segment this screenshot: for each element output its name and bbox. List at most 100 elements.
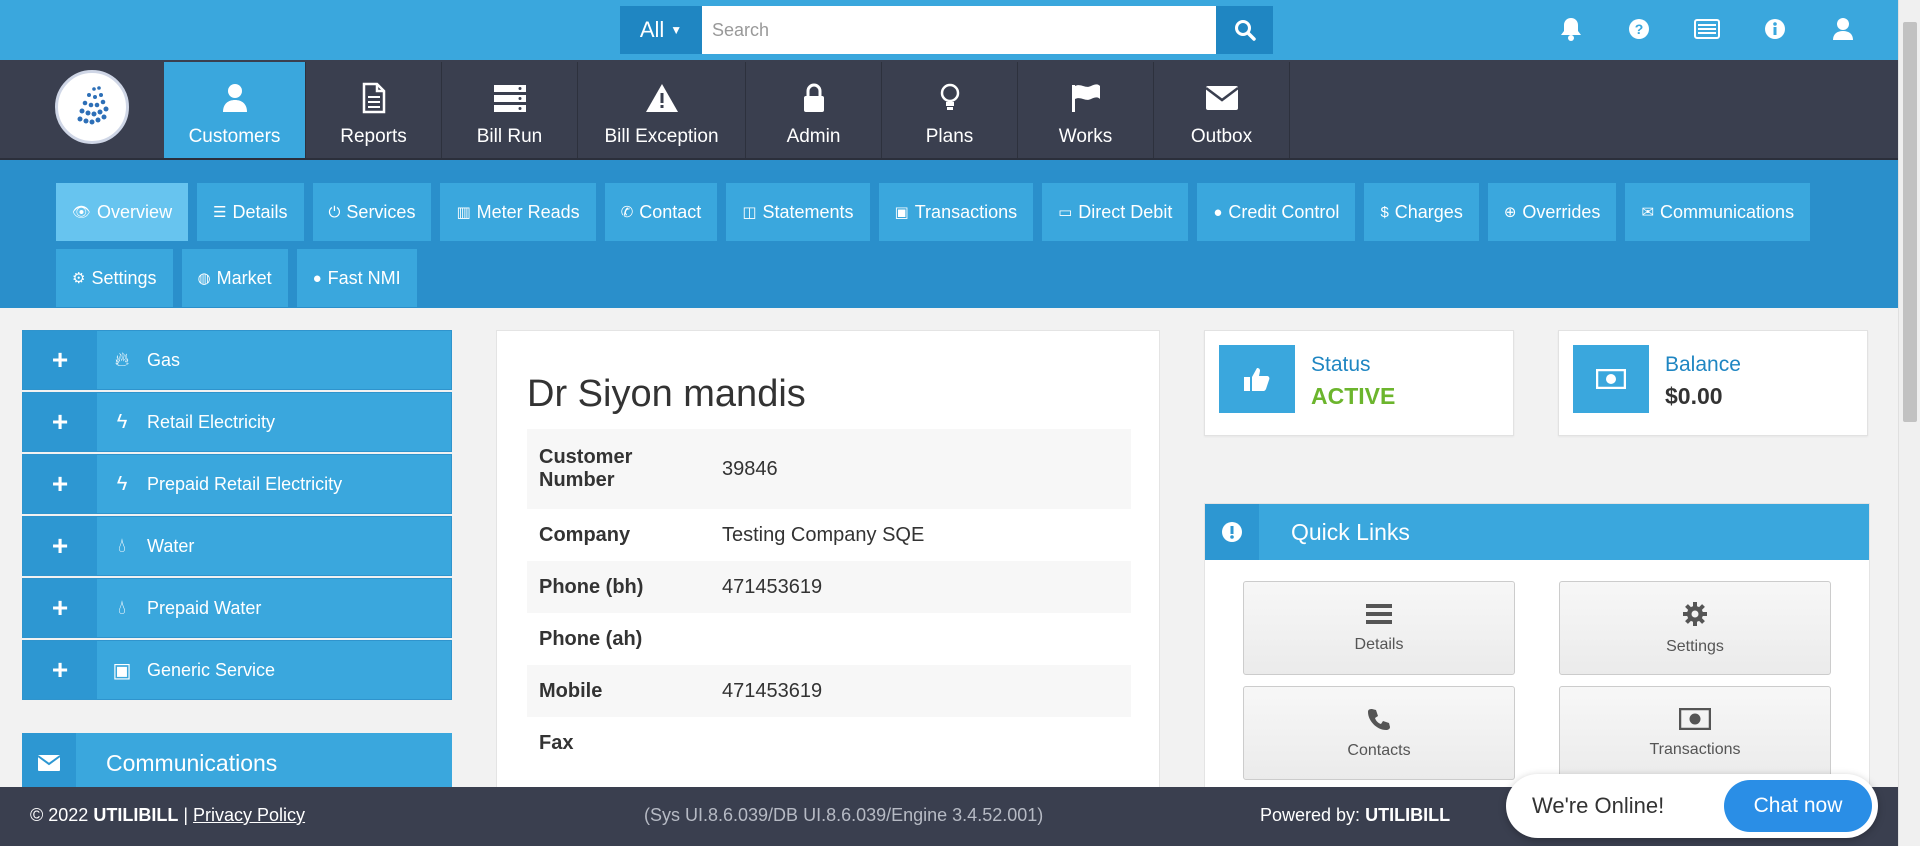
gear-icon: ⚙ [72, 270, 86, 287]
nav-reports[interactable]: Reports [306, 62, 442, 158]
main-nav: Customers Reports Bill Run Bill Exceptio… [0, 60, 1898, 160]
tab-communications[interactable]: ✉ Communications [1625, 183, 1811, 241]
tab-statements[interactable]: ◫ Statements [726, 183, 870, 241]
field-label: Company [539, 523, 631, 546]
quick-link-details[interactable]: Details [1243, 581, 1515, 675]
service-generic[interactable]: + ▣ Generic Service [22, 640, 452, 700]
service-gas[interactable]: + 🔥︎ Gas [22, 330, 452, 390]
tab-settings[interactable]: ⚙ Settings [56, 249, 173, 307]
envelope-icon [1204, 78, 1239, 118]
tab-label: Statements [762, 201, 854, 222]
power-icon: ⏻ [328, 203, 341, 221]
expand-plus-icon[interactable]: + [23, 641, 97, 699]
tab-transactions[interactable]: ▣ Transactions [878, 183, 1034, 241]
warning-icon [645, 78, 679, 118]
money-icon [1678, 707, 1712, 735]
tab-label: Overview [97, 201, 173, 222]
chat-now-button[interactable]: Chat now [1724, 780, 1872, 832]
service-label: Generic Service [147, 659, 276, 680]
tab-charges[interactable]: $ Charges [1364, 183, 1479, 241]
user-icon[interactable] [1830, 14, 1856, 44]
tab-meter-reads[interactable]: ▥ Meter Reads [440, 183, 596, 241]
service-retail-electricity[interactable]: + ϟ Retail Electricity [22, 392, 452, 452]
expand-plus-icon[interactable]: + [23, 393, 97, 451]
expand-plus-icon[interactable]: + [23, 331, 97, 389]
communications-panel[interactable]: Communications [22, 733, 452, 793]
quick-link-transactions[interactable]: Transactions [1559, 686, 1831, 780]
tab-overrides[interactable]: ⊕ Overrides [1487, 183, 1617, 241]
tab-contact[interactable]: ✆ Contact [604, 183, 718, 241]
server-icon [493, 78, 527, 118]
tab-market[interactable]: ◍ Market [181, 249, 288, 307]
nav-customers[interactable]: Customers [164, 62, 306, 158]
nav-plans[interactable]: Plans [882, 62, 1018, 158]
nav-outbox[interactable]: Outbox [1154, 62, 1290, 158]
footer-version: (Sys UI.8.6.039/DB UI.8.6.039/Engine 3.4… [644, 805, 1044, 825]
tab-services[interactable]: ⏻ Services [312, 183, 432, 241]
envelope-icon [22, 733, 76, 793]
field-value: 471453619 [722, 575, 823, 598]
powered-by-text: Powered by: [1260, 805, 1361, 825]
bell-icon[interactable] [1558, 14, 1584, 44]
info-icon[interactable] [1762, 14, 1788, 44]
search-button[interactable] [1216, 6, 1273, 54]
service-label: Retail Electricity [147, 411, 276, 432]
field-label: Mobile [539, 679, 603, 702]
expand-plus-icon[interactable]: + [23, 455, 97, 513]
exclamation-icon [1205, 504, 1259, 560]
help-icon[interactable]: ? [1626, 14, 1652, 44]
service-label: Prepaid Water [147, 597, 262, 618]
nav-admin[interactable]: Admin [746, 62, 882, 158]
utilibill-logo[interactable] [55, 70, 129, 144]
privacy-policy-link[interactable]: Privacy Policy [193, 805, 305, 825]
powered-brand: UTILIBILL [1365, 805, 1451, 825]
credit-card-icon: ▭ [1058, 204, 1073, 221]
tab-label: Meter Reads [476, 201, 580, 222]
service-label: Water [147, 535, 195, 556]
scrollbar-thumb[interactable] [1903, 22, 1917, 422]
nav-label: Bill Run [476, 126, 543, 147]
customer-info-table: Customer Number 39846 Company Testing Comp… [527, 429, 1131, 769]
field-label: Customer Number [539, 446, 633, 491]
quick-link-settings[interactable]: Settings [1559, 581, 1831, 675]
service-prepaid-retail-electricity[interactable]: + ϟ Prepaid Retail Electricity [22, 454, 452, 514]
service-prepaid-water[interactable]: + 💧︎ Prepaid Water [22, 578, 452, 638]
nav-label: Reports [340, 126, 407, 147]
caret-down-icon: ▼ [670, 23, 683, 37]
field-value: Testing Company SQE [722, 523, 925, 546]
search-scope-dropdown[interactable]: All ▼ [620, 6, 702, 54]
tab-fast-nmi[interactable]: ● Fast NMI [296, 249, 417, 307]
thumbs-up-icon [1219, 345, 1295, 413]
quick-link-contacts[interactable]: Contacts [1243, 686, 1515, 780]
tab-direct-debit[interactable]: ▭ Direct Debit [1042, 183, 1189, 241]
tab-details[interactable]: ☰ Details [197, 183, 304, 241]
card-icon[interactable] [1694, 14, 1720, 44]
eye-icon: 👁 [72, 204, 92, 221]
tab-label: Settings [91, 267, 157, 288]
tab-label: Direct Debit [1078, 201, 1173, 222]
tab-credit-control[interactable]: ● Credit Control [1197, 183, 1356, 241]
service-label: Prepaid Retail Electricity [147, 473, 343, 494]
nav-bill-run[interactable]: Bill Run [442, 62, 578, 158]
expand-plus-icon[interactable]: + [23, 517, 97, 575]
main-nav-items: Customers Reports Bill Run Bill Exceptio… [164, 62, 1290, 158]
lock-icon [802, 78, 826, 118]
sub-nav-tabs: 👁 Overview ☰ Details ⏻ Services ▥ Meter Read… [56, 183, 1856, 307]
quick-links-header: Quick Links [1205, 504, 1869, 560]
sub-nav: 👁 Overview ☰ Details ⏻ Services ▥ Meter Read… [0, 160, 1898, 308]
search-bar: All ▼ [620, 6, 1273, 54]
search-input[interactable] [702, 6, 1216, 54]
phone-icon [1367, 707, 1391, 736]
quick-links-title: Quick Links [1291, 518, 1410, 545]
expand-plus-icon[interactable]: + [23, 579, 97, 637]
customer-card: Dr Siyon mandis Customer Number 39846 Com… [496, 330, 1160, 800]
tab-overview[interactable]: 👁 Overview [56, 183, 189, 241]
tab-label: Fast NMI [327, 267, 401, 288]
footer-separator: | [183, 805, 189, 825]
bolt-icon: ϟ [116, 410, 128, 433]
nav-bill-exception[interactable]: Bill Exception [578, 62, 746, 158]
nav-works[interactable]: Works [1018, 62, 1154, 158]
service-water[interactable]: + 💧︎ Water [22, 516, 452, 576]
page-scrollbar[interactable] [1898, 0, 1920, 846]
money-icon: ▣ [112, 659, 132, 682]
